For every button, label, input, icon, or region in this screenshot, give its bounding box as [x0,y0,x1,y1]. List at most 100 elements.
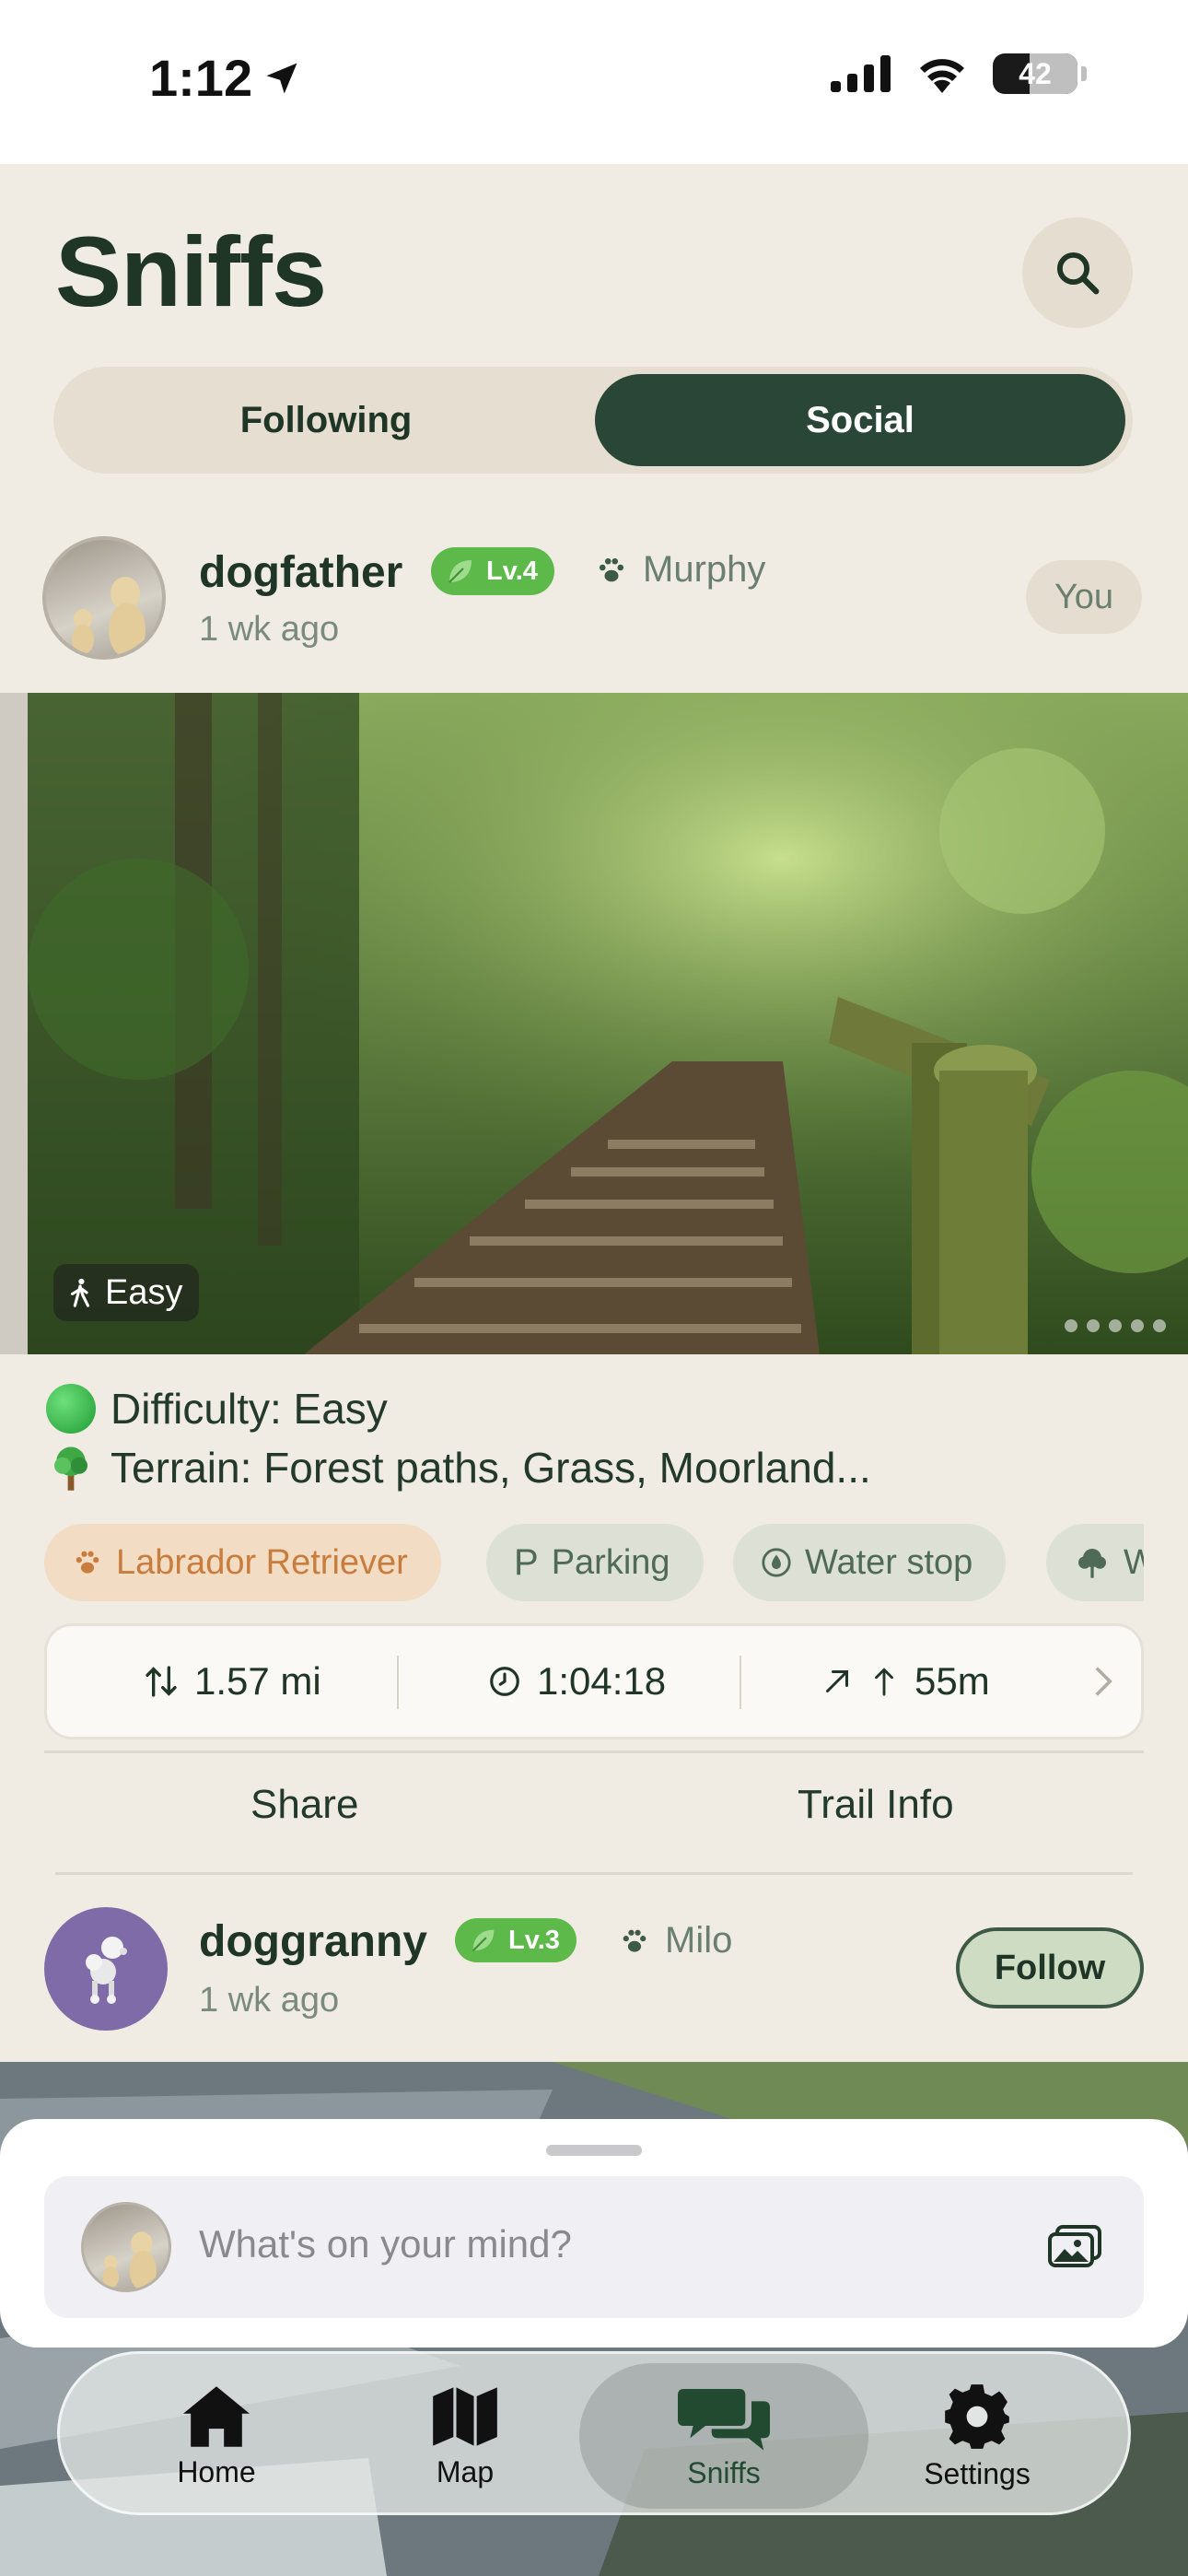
divider [44,1751,1144,1753]
post-timestamp: 1 wk ago [199,610,340,649]
composer-field[interactable]: What's on your mind? [44,2176,1144,2318]
page-title: Sniffs [55,216,327,327]
pager-dot[interactable] [1153,1319,1166,1332]
green-circle-icon [46,1384,96,1434]
clock-text: 1:12 [149,49,253,107]
chip-water-stop[interactable]: Water stop [733,1524,1007,1601]
elevation-value: 55m [914,1659,990,1703]
map-icon [433,2386,497,2446]
wifi-icon [920,59,964,93]
chip-woodland[interactable]: Woodland [1046,1524,1144,1601]
chip-label: Water stop [805,1542,973,1582]
level-text: Lv.4 [486,556,538,586]
status-bar: 1:12 42 [0,0,1188,164]
leaf-icon [472,1929,495,1952]
share-button[interactable]: Share [250,1782,358,1828]
pager-dot[interactable] [1109,1319,1122,1332]
pager-dot[interactable] [1131,1319,1144,1332]
dog-photo-avatar [72,577,146,656]
bottom-tab-bar: Home Map Sniffs Settings [57,2351,1131,2515]
clock-icon [490,1667,519,1696]
paw-icon [623,1929,646,1952]
dog-photo-avatar [102,2231,157,2289]
post-timestamp: 1 wk ago [199,1981,340,2020]
tab-settings[interactable]: Settings [839,2363,1115,2509]
chip-label: Labrador Retriever [116,1542,408,1582]
location-arrow-icon [266,63,297,93]
tab-label: Settings [924,2456,1031,2490]
chip-parking[interactable]: P Parking [486,1524,704,1601]
stat-distance: 1.57 mi [143,1626,321,1737]
level-badge: Lv.3 [455,1918,577,1962]
walk-stats-bar[interactable]: 1.57 mi 1:04:18 55m [44,1623,1144,1739]
tab-map[interactable]: Map [327,2363,603,2509]
search-icon [1056,252,1100,295]
pet-name: Murphy [643,549,766,590]
composer-sheet: What's on your mind? [0,2119,1188,2348]
tag-chips: Labrador Retriever P Parking Water stop … [44,1524,1144,1601]
avatar[interactable] [44,1907,168,2031]
tab-label: Sniffs [687,2455,761,2489]
post-username[interactable]: dogfather [199,547,402,598]
gear-icon [945,2383,1009,2449]
poodle-icon [86,1937,127,2004]
water-drop-icon [762,1548,791,1577]
parking-icon: P [514,1541,539,1583]
level-badge: Lv.4 [431,547,554,595]
level-text: Lv.3 [508,1925,560,1955]
paw-icon [599,557,624,581]
cellular-signal-icon [831,55,891,92]
avatar [81,2202,171,2292]
tab-following[interactable]: Following [61,374,591,466]
sheet-grabber[interactable] [546,2145,642,2156]
distance-arrows-icon [146,1666,177,1697]
battery-percent: 42 [1019,57,1052,90]
tab-home[interactable]: Home [78,2363,355,2509]
status-time: 1:12 [149,48,302,108]
tab-label: Home [177,2454,256,2488]
hiker-icon [70,1278,90,1307]
difficulty-badge-text: Easy [105,1272,183,1312]
post-username[interactable]: doggranny [199,1916,427,1967]
pet-tag[interactable]: Milo [619,1920,732,1961]
follow-button[interactable]: Follow [956,1927,1144,2008]
diagonal-arrow-icon [826,1670,848,1692]
terrain-text: Terrain: Forest paths, Grass, Moorland..… [111,1444,871,1492]
tab-sniffs[interactable]: Sniffs [579,2363,868,2509]
chip-label: Woodland [1124,1542,1144,1582]
paw-icon [76,1551,99,1574]
previous-photo-peek[interactable] [0,693,28,1354]
stat-divider [740,1656,741,1709]
duration-value: 1:04:18 [537,1659,667,1703]
feed-segmented-control: Following Social [53,367,1133,474]
post-input-placeholder[interactable]: What's on your mind? [199,2222,572,2266]
divider [55,1872,1133,1875]
up-arrow-icon [875,1668,893,1696]
terrain-row: Terrain: Forest paths, Grass, Moorland..… [46,1443,871,1493]
self-badge: You [1026,560,1142,634]
pager-dot[interactable] [1065,1319,1077,1332]
image-gallery-icon[interactable] [1048,2224,1103,2270]
distance-value: 1.57 mi [194,1659,321,1703]
difficulty-row: Difficulty: Easy [46,1384,388,1434]
stat-elevation: 55m [821,1626,990,1737]
chip-label: Parking [551,1542,670,1582]
post-photo[interactable]: Easy [28,693,1188,1354]
avatar[interactable] [42,536,166,660]
tab-social[interactable]: Social [595,374,1125,466]
tree-emoji-icon [54,1446,87,1491]
difficulty-badge: Easy [53,1264,200,1321]
home-icon [183,2385,250,2447]
pager-dot[interactable] [1087,1319,1100,1332]
search-button[interactable] [1022,217,1133,328]
pet-tag[interactable]: Murphy [595,549,765,591]
chip-breed[interactable]: Labrador Retriever [44,1524,441,1601]
forest-steps-photo [28,693,1188,1354]
photo-pager-dots[interactable] [1065,1319,1166,1332]
trail-info-button[interactable]: Trail Info [798,1782,954,1828]
leaf-icon [448,560,472,583]
chevron-right-icon[interactable] [1091,1665,1115,1698]
tree-icon [1078,1549,1106,1578]
battery-icon: 42 [993,53,1077,94]
pet-name: Milo [665,1920,733,1961]
